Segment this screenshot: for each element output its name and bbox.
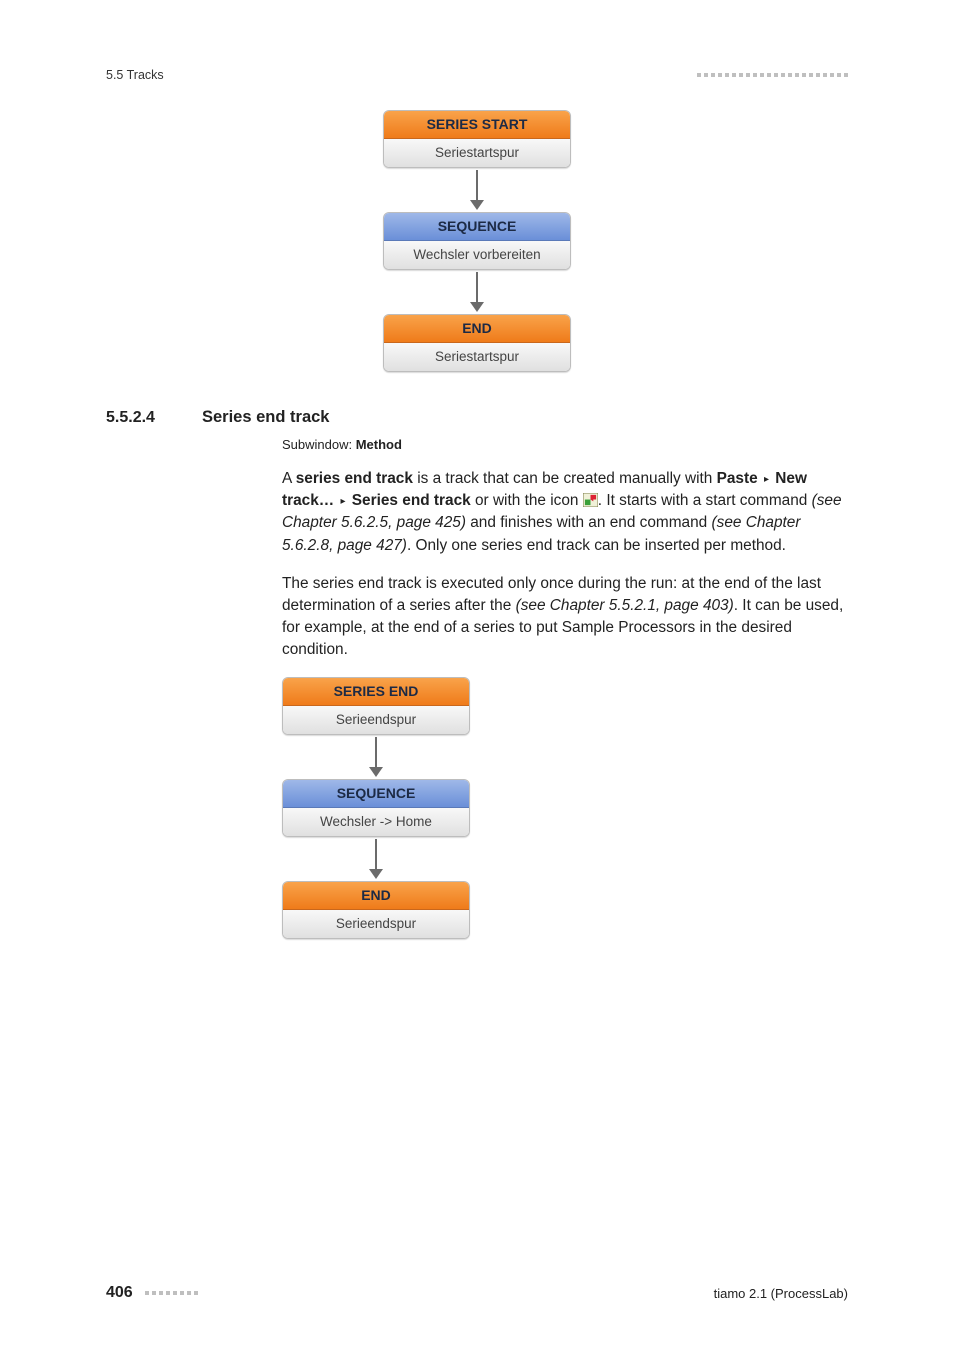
block-head: END xyxy=(283,882,469,910)
diagram-block-series-start: SERIES START Seriestartspur xyxy=(383,110,571,168)
block-sub: Serieendspur xyxy=(283,910,469,938)
page-footer: 406 tiamo 2.1 (ProcessLab) xyxy=(106,1284,848,1302)
series-end-track-icon xyxy=(583,493,598,507)
arrow-down-icon xyxy=(369,737,383,777)
section-title: Series end track xyxy=(202,408,330,427)
block-sub: Seriestartspur xyxy=(384,343,570,371)
subwindow-value: Method xyxy=(356,437,402,452)
diagram-block-sequence: SEQUENCE Wechsler -> Home xyxy=(282,779,470,837)
header-section-ref: 5.5 Tracks xyxy=(106,68,164,82)
section-heading: 5.5.2.4 Series end track xyxy=(106,408,848,427)
triangle-icon: ▸ xyxy=(338,495,347,509)
block-sub: Seriestartspur xyxy=(384,139,570,167)
arrow-down-icon xyxy=(470,272,484,312)
diagram-block-end: END Serieendspur xyxy=(282,881,470,939)
arrow-down-icon xyxy=(369,839,383,879)
diagram-block-sequence: SEQUENCE Wechsler vorbereiten xyxy=(383,212,571,270)
page-header: 5.5 Tracks xyxy=(106,68,848,82)
triangle-icon: ▸ xyxy=(762,473,771,487)
series-start-diagram: SERIES START Seriestartspur SEQUENCE Wec… xyxy=(106,110,848,372)
block-head: SEQUENCE xyxy=(384,213,570,241)
block-sub: Serieendspur xyxy=(283,706,469,734)
paragraph-2: The series end track is executed only on… xyxy=(282,573,848,662)
subwindow-label: Subwindow: xyxy=(282,437,356,452)
diagram-block-end: END Seriestartspur xyxy=(383,314,571,372)
subwindow-line: Subwindow: Method xyxy=(282,437,848,452)
paragraph-1: A series end track is a track that can b… xyxy=(282,468,848,557)
block-head: END xyxy=(384,315,570,343)
footer-decor xyxy=(145,1291,198,1295)
block-head: SERIES END xyxy=(283,678,469,706)
series-end-diagram: SERIES END Serieendspur SEQUENCE Wechsle… xyxy=(282,677,848,939)
page-number: 406 xyxy=(106,1284,133,1302)
diagram-block-series-end: SERIES END Serieendspur xyxy=(282,677,470,735)
block-sub: Wechsler -> Home xyxy=(283,808,469,836)
block-sub: Wechsler vorbereiten xyxy=(384,241,570,269)
block-head: SEQUENCE xyxy=(283,780,469,808)
block-head: SERIES START xyxy=(384,111,570,139)
footer-product: tiamo 2.1 (ProcessLab) xyxy=(714,1286,848,1301)
section-number: 5.5.2.4 xyxy=(106,409,174,427)
header-decor xyxy=(697,73,848,77)
arrow-down-icon xyxy=(470,170,484,210)
